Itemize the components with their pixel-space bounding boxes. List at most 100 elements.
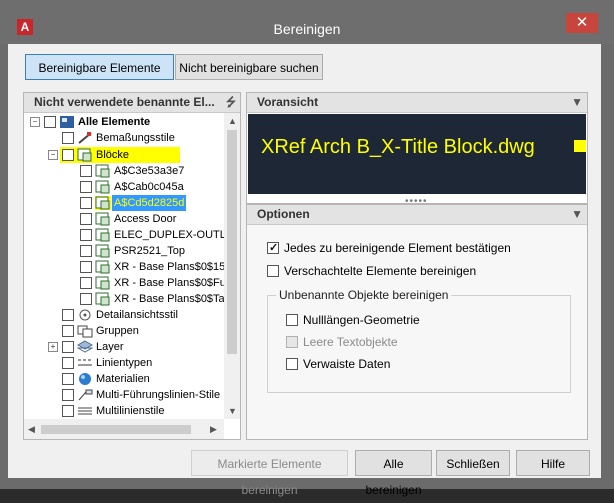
tree-label: Gruppen [96,325,139,337]
tree-checkbox[interactable] [80,165,92,177]
tree-node-multileader-styles[interactable]: Multi-Führungslinien-Stile [24,387,224,403]
window-title: Bereinigen [273,21,341,37]
tree-node-detail-view-styles[interactable]: Detailansichtsstil [24,307,224,323]
option-label: Leere Textobjekte [303,335,398,349]
tree-checkbox[interactable] [44,116,56,128]
tree-horizontal-scrollbar[interactable]: ◀ ▶ [24,419,224,439]
tree-checkbox[interactable] [62,309,74,321]
tree-checkbox[interactable] [80,181,92,193]
tree-node-materials[interactable]: Materialien [24,371,224,387]
tree-node-all-items[interactable]: − Alle Elemente [24,114,224,130]
zero-length-checkbox[interactable] [286,314,298,326]
panel-title: Optionen [257,207,310,221]
preview-panel: Voransicht ▼ XRef Arch B_X-Title Block.d… [246,92,588,207]
expand-icon[interactable]: + [48,342,58,352]
tree-checkbox[interactable] [62,149,74,161]
tree-label: Multi-Führungslinien-Stile [96,389,221,401]
multileader-icon [78,389,93,401]
tree-vertical-scrollbar[interactable]: ▲ ▼ [224,113,240,419]
tree-checkbox[interactable] [80,213,92,225]
tree-label: Bemaßungsstile [96,132,175,144]
option-label: Verwaiste Daten [303,357,391,371]
tree-checkbox[interactable] [80,197,92,209]
block-icon [95,276,110,290]
scroll-right-icon[interactable]: ▶ [210,424,217,435]
tree-node-block[interactable]: XR - Base Plans$0$Ta [24,291,224,307]
checkmark-icon: ✓ [269,242,279,254]
confirm-each-checkbox[interactable]: ✓ [267,242,279,254]
title-bar[interactable]: A Bereinigen ✕ [0,0,614,44]
block-icon [77,148,92,162]
tree-checkbox[interactable] [80,277,92,289]
tree-label: Alle Elemente [78,116,151,128]
scroll-down-icon[interactable]: ▼ [228,406,237,416]
scroll-thumb[interactable] [41,425,191,434]
tree-checkbox[interactable] [62,373,74,385]
block-icon [95,212,110,226]
purge-checked-button[interactable]: Markierte Elemente bereinigen [191,450,348,497]
panel-header[interactable]: Nicht verwendete benannte El... ⭍︎ [24,93,240,113]
tree-node-block-selected[interactable]: A$Cd5d2825d [24,195,224,211]
orphaned-data-checkbox[interactable] [286,358,298,370]
dimension-style-icon [78,132,92,144]
tree-node-linetypes[interactable]: Linientypen [24,355,224,371]
tree-node-block[interactable]: A$C3e53a3e7 [24,163,224,179]
tree-checkbox[interactable] [62,325,74,337]
option-label: Nulllängen-Geometrie [303,313,420,327]
tree-checkbox[interactable] [62,389,74,401]
scroll-left-icon[interactable]: ◀ [28,424,35,435]
tree-label: Layer [96,341,124,353]
panel-header[interactable]: Optionen ▼ [247,205,587,225]
tree-node-layers[interactable]: + Layer [24,339,224,355]
option-label: Verschachtelte Elemente bereinigen [284,264,477,278]
tree-checkbox[interactable] [80,245,92,257]
close-button[interactable]: Schließen [436,450,510,476]
tree-label: A$Cab0c045a [114,181,184,193]
scroll-up-icon[interactable]: ▲ [228,116,237,126]
tree-checkbox[interactable] [80,293,92,305]
collapse-triangle-icon[interactable]: ▼ [571,93,583,112]
block-icon [95,228,110,242]
tree-checkbox[interactable] [80,229,92,241]
tab-find-non-purgeable[interactable]: Nicht bereinigbare suchen [175,54,323,80]
tree-node-groups[interactable]: Gruppen [24,323,224,339]
collapse-icon[interactable]: − [30,117,40,127]
tree-label: ELEC_DUPLEX-OUTL [114,229,224,241]
scroll-thumb[interactable] [227,130,237,354]
preview-filename: XRef Arch B_X-Title Block.dwg [261,136,535,158]
tree-checkbox[interactable] [62,405,74,417]
panel-title: Voransicht [257,95,319,109]
tree-node-dimension-styles[interactable]: Bemaßungsstile [24,130,224,146]
tree-node-block[interactable]: A$Cab0c045a [24,179,224,195]
option-label: Jedes zu bereinigende Element bestätigen [284,241,511,255]
tree-node-multiline-styles[interactable]: Multilinienstile [24,403,224,419]
tree-label: Access Door [114,213,177,225]
collapse-icon[interactable]: − [48,150,58,160]
panel-header[interactable]: Voransicht ▼ [247,93,587,113]
close-window-button[interactable]: ✕ [566,13,598,33]
tree-checkbox[interactable] [62,132,74,144]
preview-highlight-edge [574,140,586,152]
all-items-icon [60,116,74,128]
tree-node-block[interactable]: ELEC_DUPLEX-OUTL [24,227,224,243]
purge-nested-checkbox[interactable] [267,265,279,277]
tree-node-block[interactable]: XR - Base Plans$0$15 [24,259,224,275]
tree-node-block[interactable]: PSR2521_Top [24,243,224,259]
tree-node-block[interactable]: Access Door [24,211,224,227]
tree-label: Linientypen [96,357,153,369]
tree-checkbox[interactable] [62,341,74,353]
purge-all-button[interactable]: Alle bereinigen [355,450,432,497]
tree-label: A$Cd5d2825d [112,195,187,211]
collapse-chevron-icon[interactable]: ⭍︎ [226,93,236,112]
preview-canvas: XRef Arch B_X-Title Block.dwg [248,114,586,194]
block-icon [95,260,110,274]
tree-node-block[interactable]: XR - Base Plans$0$Fu [24,275,224,291]
tree-label: Detailansichtsstil [96,309,178,321]
tree-checkbox[interactable] [80,261,92,273]
collapse-triangle-icon[interactable]: ▼ [571,205,583,224]
tree-node-blocks[interactable]: − Blöcke [24,147,224,163]
tab-purgeable-items[interactable]: Bereinigbare Elemente [25,54,174,80]
help-button[interactable]: Hilfe [516,450,590,476]
tree-checkbox[interactable] [62,357,74,369]
tree-label: XR - Base Plans$0$Fu [114,277,224,289]
